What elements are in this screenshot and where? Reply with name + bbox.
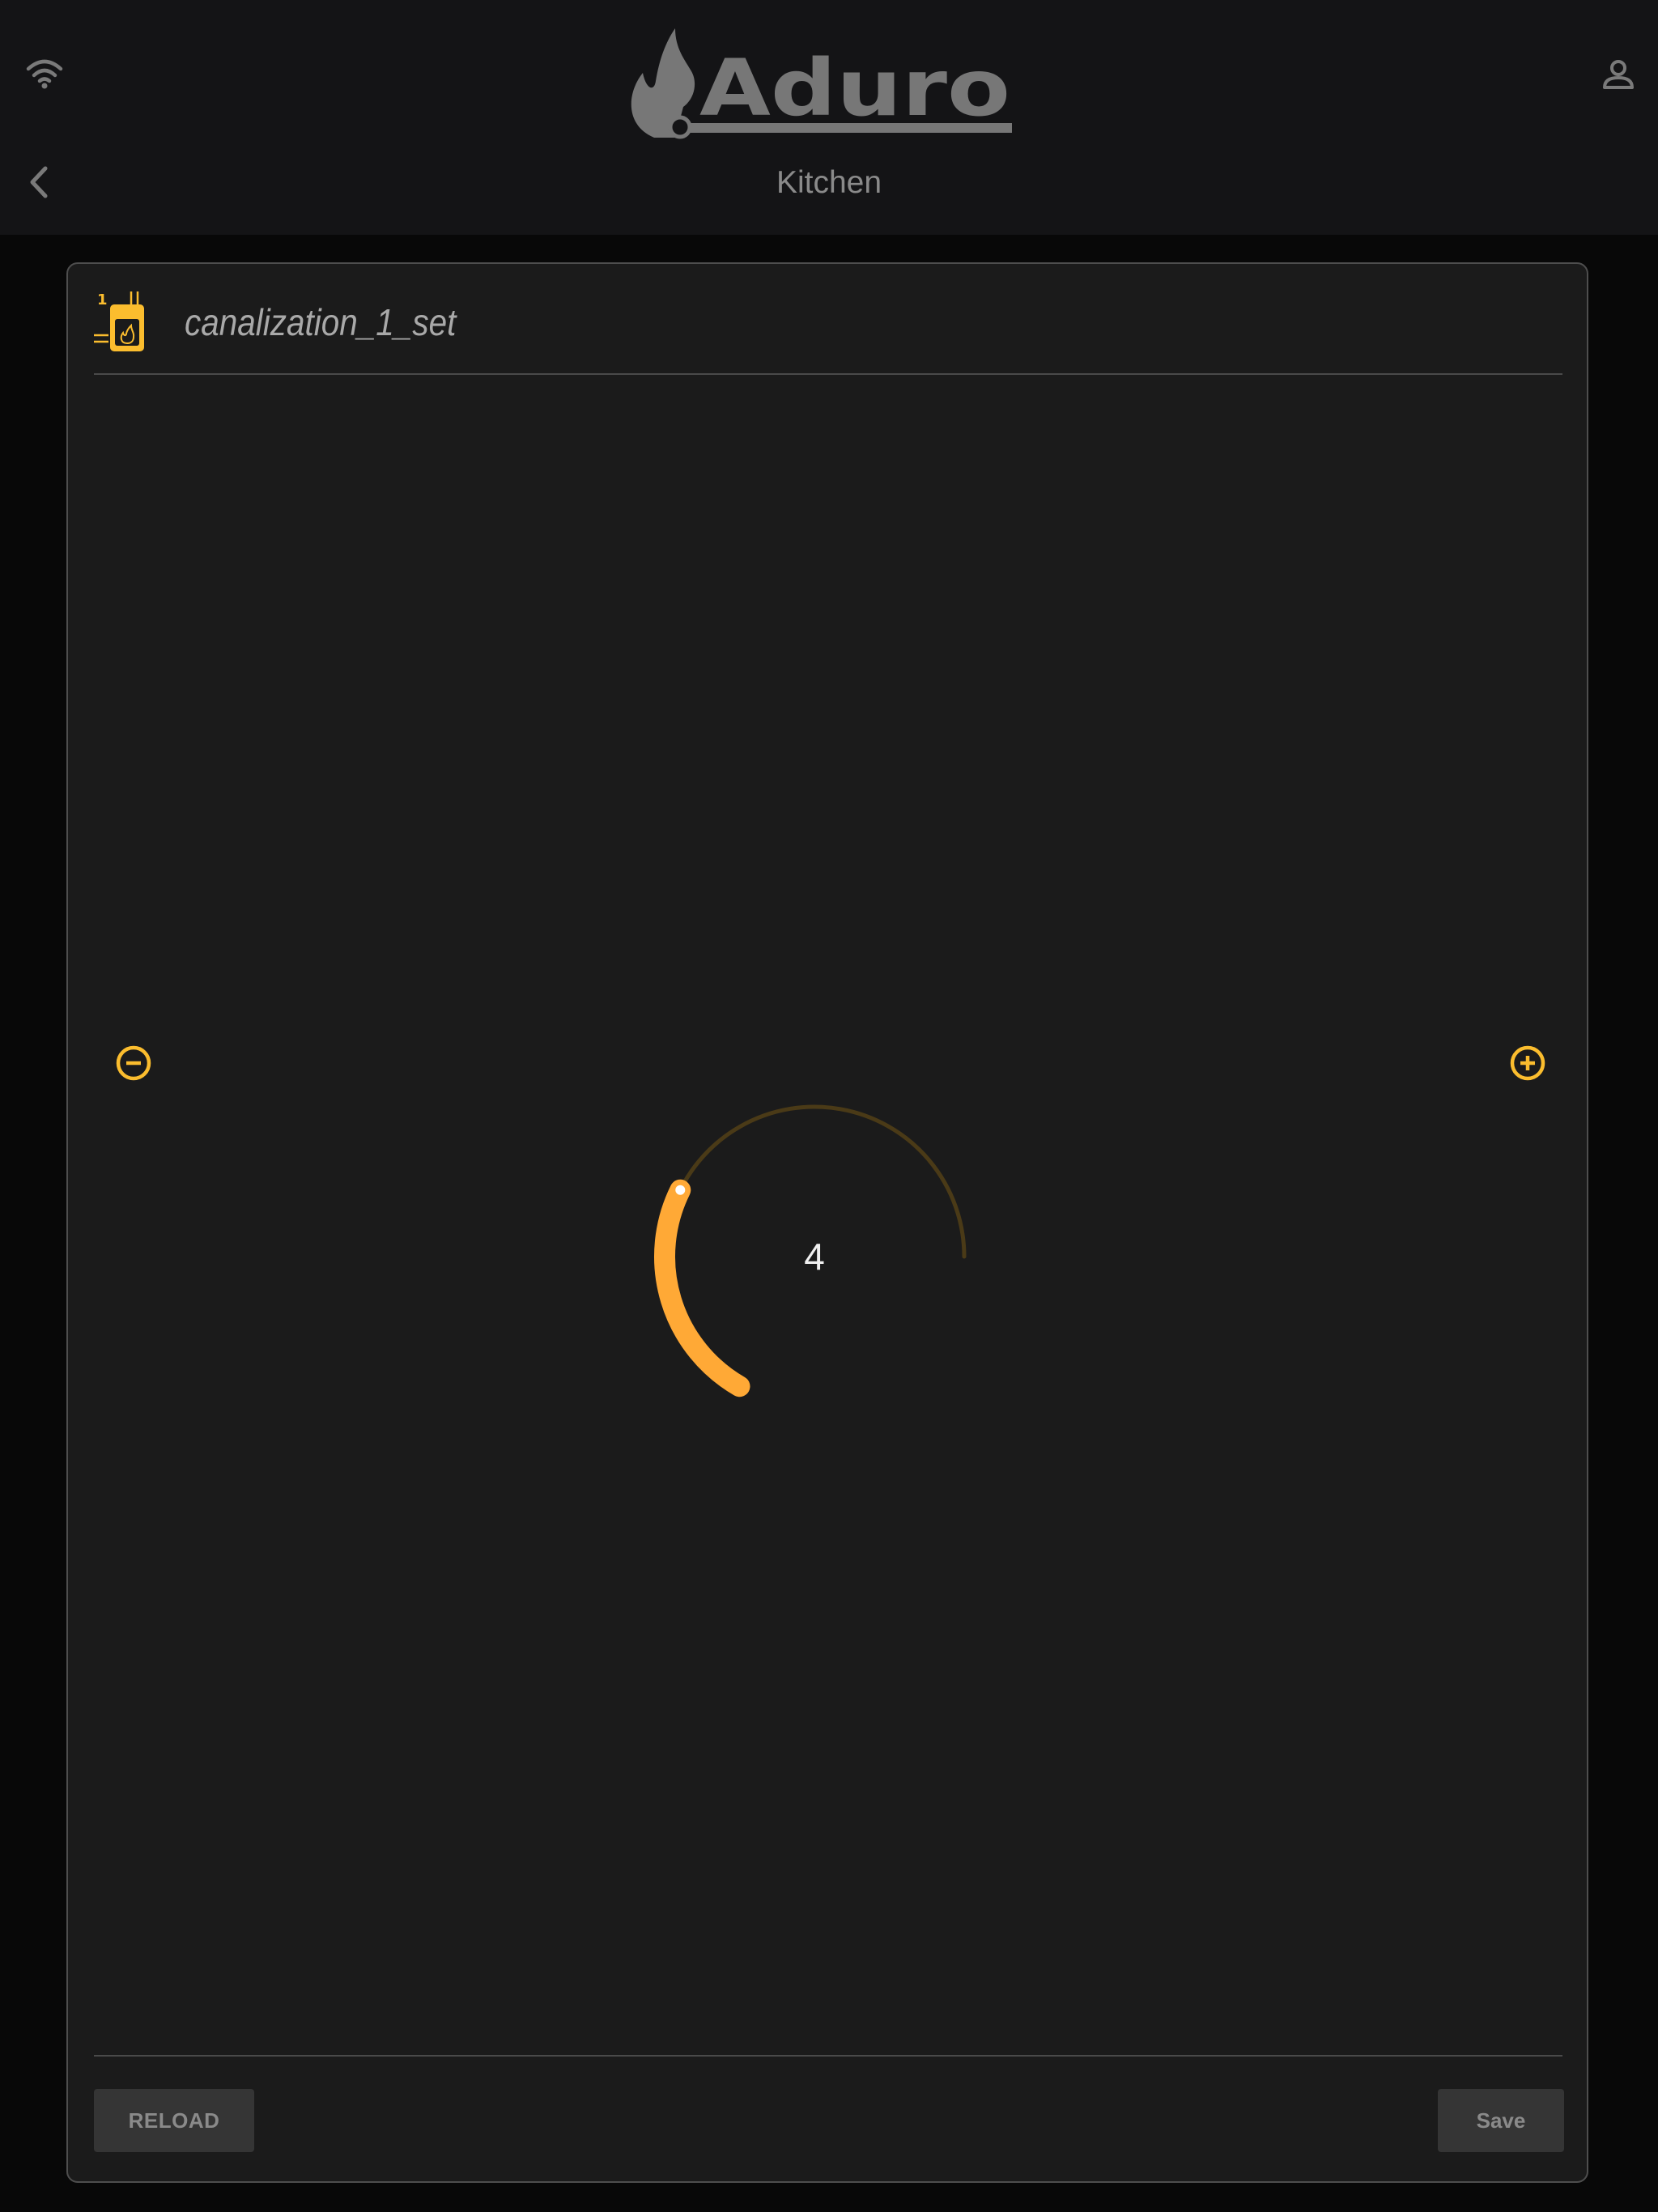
dial-value: 4 bbox=[804, 1236, 825, 1278]
wifi-icon bbox=[26, 59, 63, 89]
minus-circle-icon[interactable] bbox=[115, 1044, 152, 1082]
user-icon[interactable] bbox=[1601, 57, 1636, 92]
reload-button[interactable]: RELOAD bbox=[94, 2089, 254, 2152]
stove-channel-icon: 1 bbox=[94, 291, 144, 351]
divider bbox=[94, 373, 1562, 375]
top-bar: Aduro Kitchen bbox=[0, 0, 1658, 235]
plus-circle-icon[interactable] bbox=[1509, 1044, 1546, 1082]
brand-name: Aduro bbox=[699, 43, 1010, 134]
save-button[interactable]: Save bbox=[1438, 2089, 1564, 2152]
card-title: canalization_1_set bbox=[185, 301, 457, 343]
aduro-logo: Aduro bbox=[623, 24, 1020, 142]
channel-number: 1 bbox=[97, 291, 108, 308]
page-title: Kitchen bbox=[776, 165, 882, 200]
divider bbox=[94, 2055, 1562, 2057]
value-dial[interactable]: 4 bbox=[653, 1095, 976, 1419]
setting-card: 1 canalization_1_set 4 RELOAD Save bbox=[66, 262, 1588, 2183]
